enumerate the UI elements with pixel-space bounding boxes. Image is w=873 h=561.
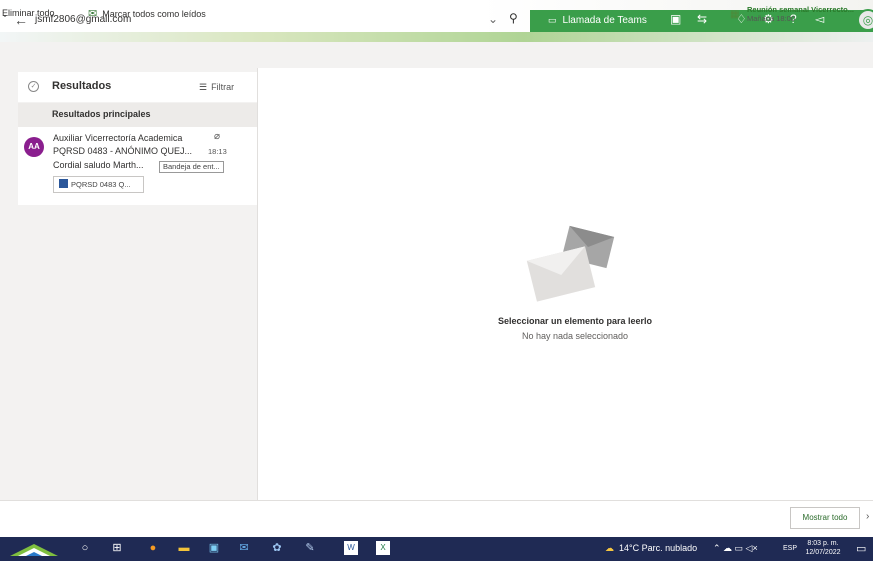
- bottom-bar: [0, 500, 873, 537]
- teams-call-button[interactable]: ▭ Llamada de Teams: [548, 15, 647, 26]
- message-time: 18:13: [208, 147, 227, 156]
- command-bar: [0, 42, 873, 68]
- start-logo-icon[interactable]: [8, 540, 60, 558]
- my-day-icon[interactable]: ⇆: [697, 12, 707, 26]
- top-results-label: Resultados principales: [52, 109, 151, 119]
- message-folder-badge: Bandeja de ent...: [159, 161, 224, 173]
- delete-all-button[interactable]: Eliminar todo: [2, 8, 55, 18]
- message-sender: Auxiliar Vicerrectoría Academica: [53, 133, 183, 143]
- word-document-icon: [59, 179, 68, 188]
- file-explorer-icon[interactable]: ▬: [177, 541, 191, 555]
- search-icon[interactable]: ⚲: [509, 11, 518, 25]
- weather-text: 14°C Parc. nublado: [619, 543, 698, 553]
- clock-time: 8:03 p. m.: [807, 540, 839, 547]
- message-subject: PQRSD 0483 - ANÓNIMO QUEJ...: [53, 146, 193, 156]
- notification-center-icon[interactable]: ▭: [856, 542, 866, 555]
- cloud-sun-icon: ☁: [605, 543, 614, 553]
- chevron-down-icon[interactable]: ⌄: [488, 12, 498, 26]
- empty-state-subtitle: No hay nada seleccionado: [521, 331, 629, 341]
- paint-icon[interactable]: ✎: [303, 541, 317, 555]
- meeting-time: Mañana 18:00: [747, 14, 795, 23]
- excel-app-icon[interactable]: X: [376, 541, 390, 555]
- word-app-icon[interactable]: W: [344, 541, 358, 555]
- search-taskbar-icon[interactable]: ○: [78, 541, 92, 555]
- chevron-right-icon[interactable]: ›: [866, 511, 869, 522]
- meeting-title[interactable]: Reunión semanal Vicerrecto...: [747, 5, 854, 14]
- empty-state-title: Seleccionar un elemento para leerlo: [497, 316, 653, 326]
- results-title: Resultados: [52, 80, 112, 92]
- chrome-icon[interactable]: ●: [146, 541, 160, 555]
- mail-icon[interactable]: ✉: [237, 541, 251, 555]
- mark-all-read-label: Marcar todos como leídos: [102, 9, 206, 19]
- filter-button[interactable]: ☰ Filtrar: [199, 82, 234, 93]
- attachment-chip[interactable]: PQRSD 0483 Q...: [53, 176, 144, 193]
- header-decoration: [0, 32, 873, 42]
- filter-label: Filtrar: [211, 82, 235, 92]
- profile-avatar[interactable]: ◎: [857, 9, 873, 31]
- task-view-icon[interactable]: ⊞: [110, 541, 124, 555]
- app-icon[interactable]: ✿: [270, 541, 284, 555]
- feedback-icon[interactable]: ◅: [815, 12, 824, 26]
- envelope-open-icon: ✉: [88, 8, 98, 20]
- calendar-icon: ▦: [730, 9, 740, 20]
- weather-widget[interactable]: ☁ 14°C Parc. nublado: [605, 543, 697, 554]
- mark-all-read-button[interactable]: ✉ Marcar todos como leídos: [88, 7, 206, 20]
- filter-icon: ☰: [199, 82, 208, 92]
- teams-call-label: Llamada de Teams: [562, 15, 647, 26]
- message-preview: Cordial saludo Marth...: [53, 160, 144, 170]
- system-tray-icons[interactable]: ⌃ ☁ ▭ ◁×: [713, 543, 758, 554]
- attachment-name: PQRSD 0483 Q...: [71, 180, 131, 189]
- teams-app-icon[interactable]: ▣: [670, 12, 681, 26]
- attachment-paperclip-icon: ⌀: [214, 131, 221, 142]
- store-icon[interactable]: ▣: [207, 541, 221, 555]
- clock-date: 12/07/2022: [805, 549, 841, 556]
- sender-avatar: AA: [24, 137, 44, 157]
- show-all-button[interactable]: Mostrar todo: [790, 507, 860, 529]
- clock[interactable]: 8:03 p. m. 12/07/2022: [805, 539, 841, 557]
- select-all-checkbox-icon[interactable]: ✓: [28, 81, 39, 92]
- input-language[interactable]: ESP: [783, 545, 797, 552]
- video-call-icon: ▭: [548, 15, 557, 25]
